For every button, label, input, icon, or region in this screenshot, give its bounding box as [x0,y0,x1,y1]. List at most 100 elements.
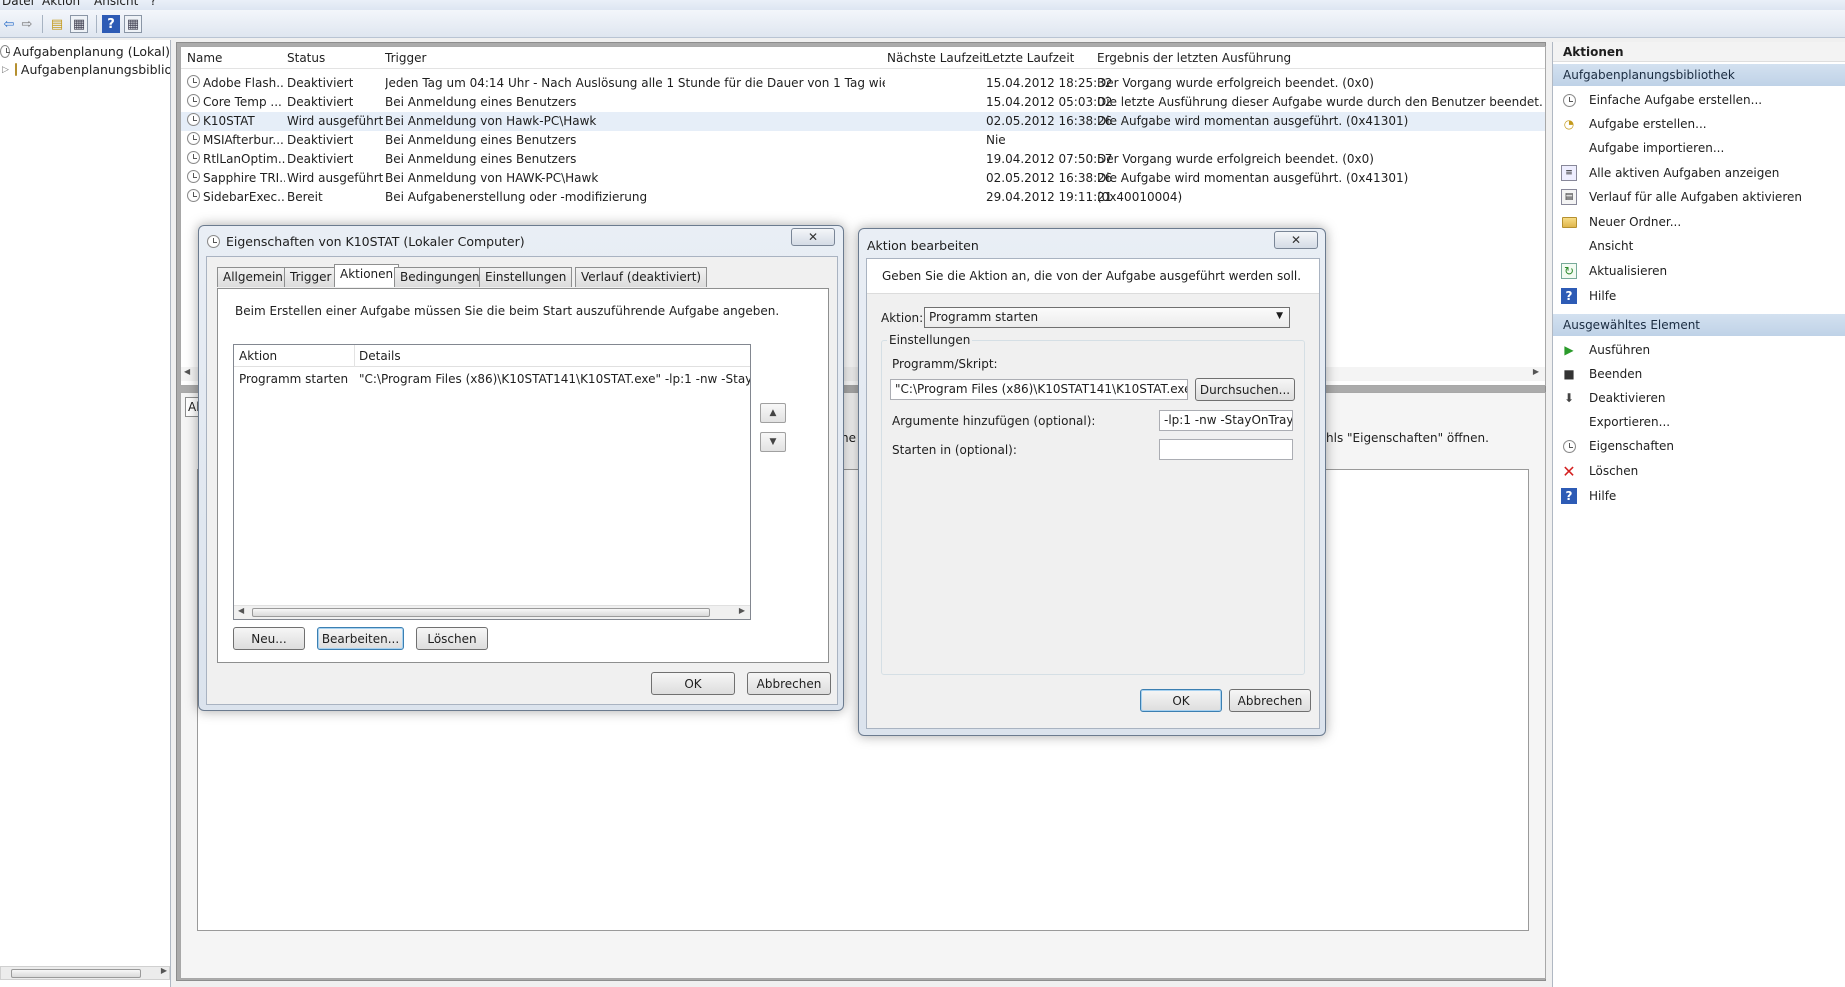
task-row[interactable]: MSIAfterbur... Deaktiviert Bei Anmeldung… [181,131,1545,150]
action-label: Alle aktiven Aufgaben anzeigen [1589,166,1780,180]
arguments-input[interactable]: -lp:1 -nw -StayOnTray [1159,410,1293,431]
task-name: Adobe Flash... [203,76,285,90]
scroll-left-icon[interactable]: ◀ [238,606,244,615]
action-type-value: Programm starten [929,310,1039,324]
task-name: Sapphire TRI... [203,171,285,185]
task-row[interactable]: Adobe Flash... Deaktiviert Jeden Tag um … [181,74,1545,93]
col-trigger[interactable]: Trigger [385,51,426,65]
actions-list-hscrollbar[interactable]: ◀ ▶ [234,605,750,619]
stop-icon: ■ [1563,367,1575,381]
row-action: Programm starten [239,372,349,386]
ok-button[interactable]: OK [651,672,735,695]
action-import-task[interactable]: Aufgabe importieren... [1553,137,1845,159]
action-disable[interactable]: ⬇ Deaktivieren [1553,387,1845,409]
delete-icon: ✕ [1562,461,1576,481]
task-clock-icon [187,189,200,202]
actions-section-library[interactable]: Aufgabenplanungsbibliothek [1553,64,1845,86]
program-input[interactable]: "C:\Program Files (x86)\K10STAT141\K10ST… [890,379,1188,400]
start-in-input[interactable] [1159,439,1293,460]
action-create-task[interactable]: ◔ Aufgabe erstellen... [1553,113,1845,135]
actions-list-header: Aktion Details [234,345,750,367]
close-button[interactable]: ✕ [791,228,835,246]
ok-button[interactable]: OK [1140,689,1222,712]
move-down-button[interactable]: ▼ [760,432,786,452]
dialog-title-text: Eigenschaften von K10STAT (Lokaler Compu… [226,234,525,249]
task-list-header: Name Status Trigger Nächste Laufzeit Let… [181,47,1545,69]
task-row-selected[interactable]: K10STAT Wird ausgeführt Bei Anmeldung vo… [181,112,1545,131]
menu-file[interactable]: Datei [2,0,34,8]
menu-action[interactable]: Aktion [42,0,80,8]
scroll-thumb[interactable] [252,608,710,617]
task-status: Deaktiviert [287,95,354,109]
cancel-button[interactable]: Abbrechen [1229,689,1311,712]
tab-conditions[interactable]: Bedingungen [394,267,486,287]
back-icon[interactable]: ⇦ [0,15,18,33]
cancel-button[interactable]: Abbrechen [747,672,831,695]
scroll-left-icon[interactable]: ◀ [184,367,190,376]
task-row[interactable]: RtlLanOptim... Deaktiviert Bei Anmeldung… [181,150,1545,169]
actions-section-selected[interactable]: Ausgewähltes Element [1553,314,1845,336]
action-help-selected[interactable]: ? Hilfe [1553,485,1845,507]
browse-button[interactable]: Durchsuchen... [1195,378,1295,401]
tab-general[interactable]: Allgemein [217,267,289,287]
tree-root[interactable]: Aufgabenplanung (Lokal) [0,44,170,59]
scroll-right-icon[interactable]: ▶ [161,966,167,975]
tree-library[interactable]: ▷ Aufgabenplanungsbibliothek [2,62,170,77]
close-button[interactable]: ✕ [1274,231,1318,249]
task-trigger: Bei Anmeldung eines Benutzers [385,133,577,147]
edit-action-button[interactable]: Bearbeiten... [317,627,404,650]
tab-actions[interactable]: Aktionen [334,264,400,287]
action-properties[interactable]: Eigenschaften [1553,435,1845,457]
task-row[interactable]: Core Temp ... Deaktiviert Bei Anmeldung … [181,93,1545,112]
show-hide-actions-icon[interactable]: ▦ [124,15,142,33]
scroll-right-icon[interactable]: ▶ [739,606,745,615]
action-type-select[interactable]: Programm starten ▼ [924,307,1290,328]
tree-hscrollbar[interactable]: ▶ [0,966,170,980]
col-last-result[interactable]: Ergebnis der letzten Ausführung [1097,51,1291,65]
show-hide-tree-icon[interactable]: ▦ [70,15,88,33]
action-end[interactable]: ■ Beenden [1553,363,1845,385]
action-export[interactable]: Exportieren... [1553,411,1845,433]
menu-view[interactable]: Ansicht [94,0,138,8]
col-status[interactable]: Status [287,51,325,65]
chevron-down-icon: ▼ [1276,311,1283,321]
scheduler-icon [0,45,10,58]
scroll-right-icon[interactable]: ▶ [1533,367,1539,376]
task-row[interactable]: Sapphire TRI... Wird ausgeführt Bei Anme… [181,169,1545,188]
action-delete[interactable]: ✕ Löschen [1553,460,1845,482]
col-action[interactable]: Aktion [239,349,277,363]
move-up-button[interactable]: ▲ [760,403,786,423]
action-create-basic-task[interactable]: Einfache Aufgabe erstellen... [1553,89,1845,111]
row-details: "C:\Program Files (x86)\K10STAT141\K10ST… [359,372,751,386]
toolbar-separator [96,15,97,33]
action-type-label: Aktion: [881,311,924,325]
delete-action-button[interactable]: Löschen [416,627,488,650]
col-next-run[interactable]: Nächste Laufzeit [887,51,987,65]
detail-hint-text: hls "Eigenschaften" öffnen. [1326,431,1489,445]
tab-trigger[interactable]: Trigger [284,267,338,287]
task-name: RtlLanOptim... [203,152,285,166]
action-enable-history[interactable]: ▤ Verlauf für alle Aufgaben aktivieren [1553,186,1845,208]
menu-help[interactable]: ? [150,0,156,8]
action-view[interactable]: Ansicht [1553,235,1845,257]
tab-settings[interactable]: Einstellungen [479,267,573,287]
new-action-button[interactable]: Neu... [233,627,305,650]
task-row[interactable]: SidebarExec... Bereit Bei Aufgabenerstel… [181,188,1545,207]
action-run[interactable]: ▶ Ausführen [1553,339,1845,361]
forward-icon[interactable]: ⇨ [18,15,36,33]
expand-arrow-icon[interactable]: ▷ [2,65,9,75]
action-show-running[interactable]: ≡ Alle aktiven Aufgaben anzeigen [1553,162,1845,184]
col-details[interactable]: Details [359,349,401,363]
help-icon[interactable]: ? [102,15,120,33]
col-name[interactable]: Name [187,51,222,65]
folder-up-icon[interactable]: ▤ [48,15,66,33]
action-refresh[interactable]: ↻ Aktualisieren [1553,260,1845,282]
tab-history[interactable]: Verlauf (deaktiviert) [575,267,708,287]
task-last-run: 15.04.2012 18:25:32 [986,76,1113,90]
action-help[interactable]: ? Hilfe [1553,285,1845,307]
task-clock-icon [187,94,200,107]
actions-list-row[interactable]: Programm starten "C:\Program Files (x86)… [234,369,750,389]
col-last-run[interactable]: Letzte Laufzeit [986,51,1074,65]
scroll-thumb[interactable] [11,969,141,978]
action-new-folder[interactable]: Neuer Ordner... [1553,211,1845,233]
